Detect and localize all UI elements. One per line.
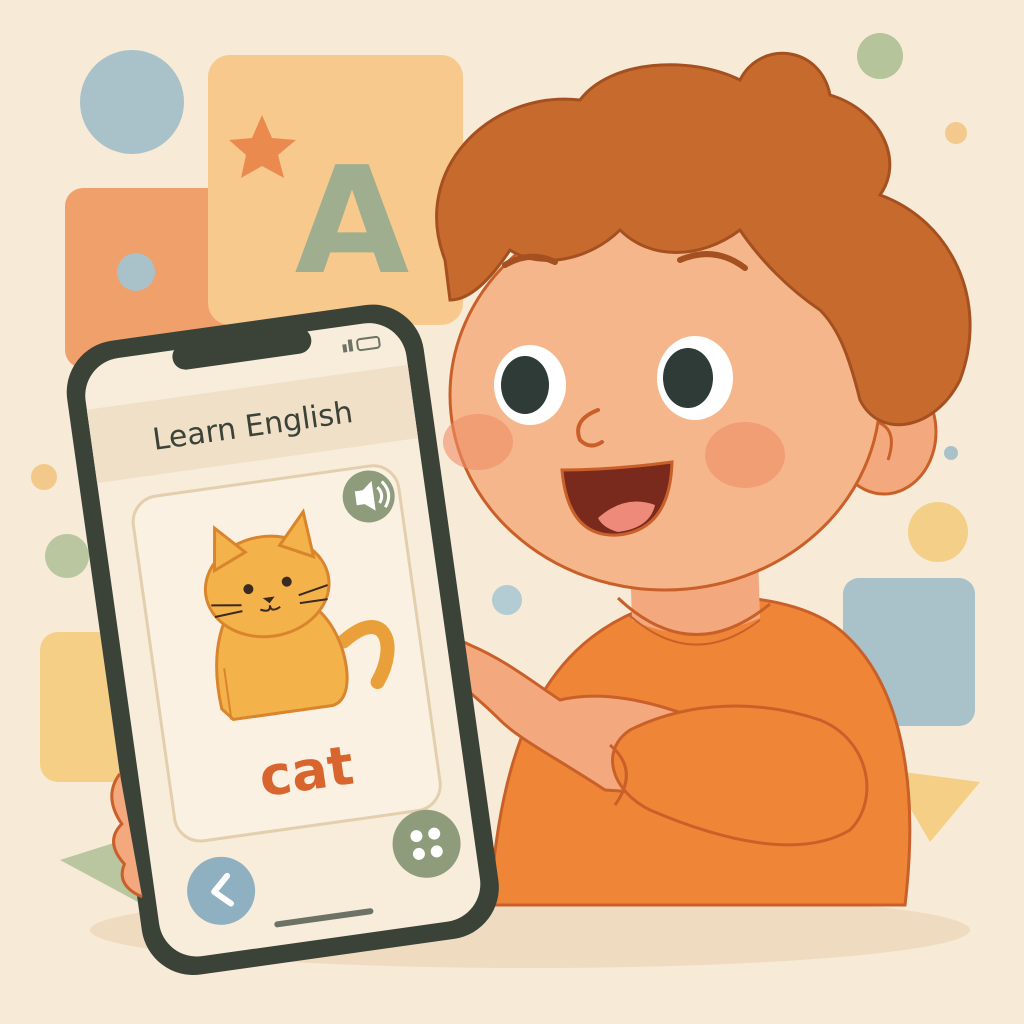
flashcard-word: cat: [255, 734, 357, 810]
decor-circle-yellow: [908, 502, 968, 562]
decor-circle-blue: [80, 50, 184, 154]
decor-dot: [944, 446, 958, 460]
decor-dot: [945, 122, 967, 144]
eye-right: [663, 348, 713, 408]
illustration-scene: A Learn English cat: [0, 0, 1024, 1024]
letter-a: A: [295, 135, 410, 307]
decor-dot: [492, 585, 522, 615]
decor-circle-green: [45, 534, 89, 578]
cheek-left: [443, 414, 513, 470]
decor-circle-green: [857, 33, 903, 79]
eye-left: [501, 356, 549, 414]
decor-dot: [117, 253, 155, 291]
cheek-right: [705, 422, 785, 488]
decor-dot: [31, 464, 57, 490]
